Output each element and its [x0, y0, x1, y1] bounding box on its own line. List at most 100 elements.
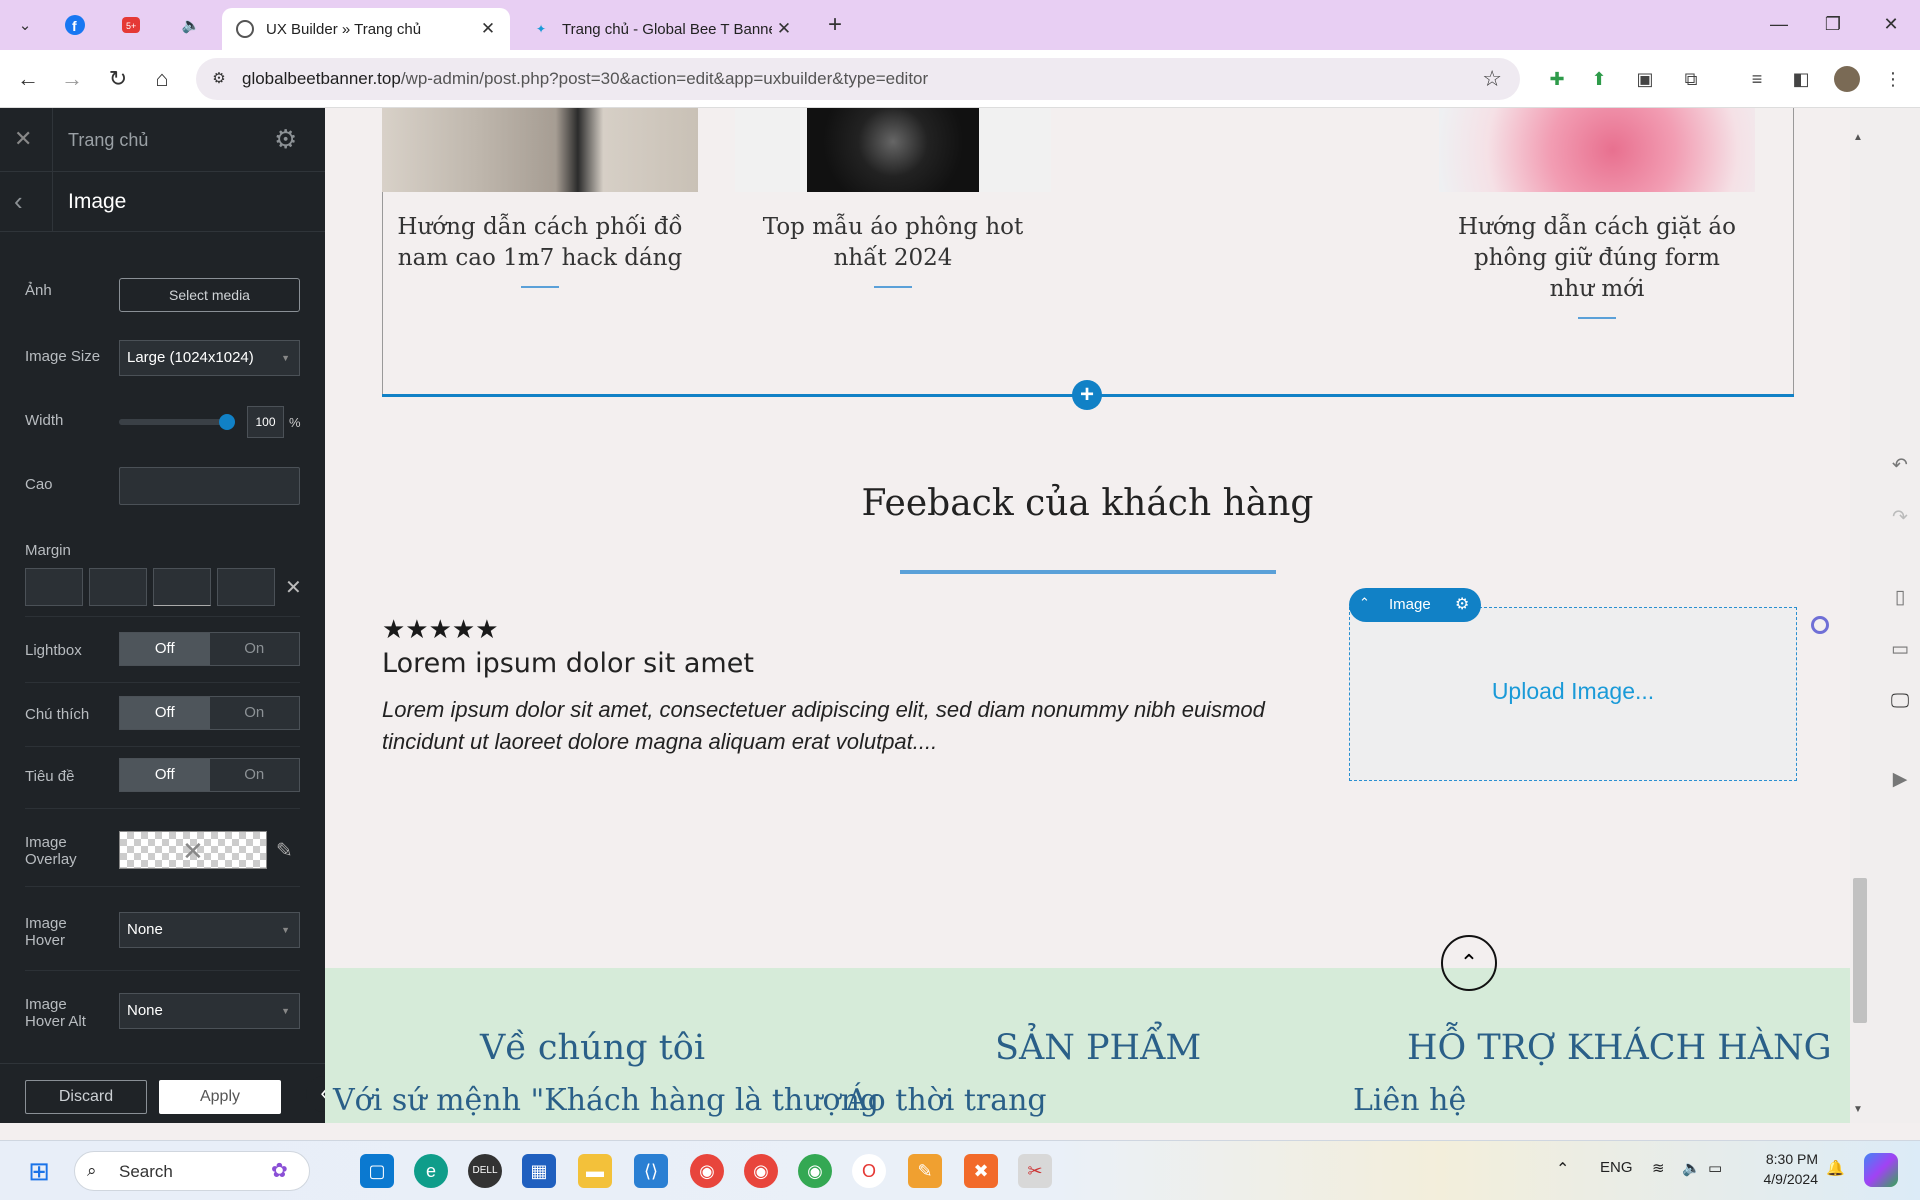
paint-icon[interactable]: ✎ [908, 1154, 942, 1188]
margin-bottom-input[interactable] [153, 568, 211, 606]
file-explorer-icon[interactable]: ▬ [578, 1154, 612, 1188]
chu-thich-toggle[interactable]: Off On [119, 696, 300, 730]
side-panel-icon[interactable]: ◧ [1788, 66, 1814, 92]
scrollbar-thumb[interactable] [1853, 878, 1867, 1023]
image-element-toolbar[interactable]: ⌃ Image ⚙ [1349, 588, 1481, 622]
tab-ux-builder[interactable]: UX Builder » Trang chủ ✕ [222, 8, 510, 50]
language-indicator[interactable]: ENG [1600, 1159, 1633, 1176]
media-control-icon[interactable]: ≡ [1744, 66, 1770, 92]
chu-thich-off[interactable]: Off [120, 697, 210, 729]
menu-kebab-icon[interactable]: ⋮ [1880, 66, 1906, 92]
margin-right-input[interactable] [89, 568, 147, 606]
tab-trang-chu[interactable]: ✦ Trang chủ - Global Bee T Banne ✕ [518, 8, 806, 50]
lightbox-on[interactable]: On [209, 633, 299, 665]
site-info-icon[interactable]: ⚙ [208, 68, 230, 90]
lightbox-off[interactable]: Off [120, 633, 210, 665]
show-hidden-icons-icon[interactable]: ⌃ [1556, 1159, 1569, 1179]
extension-plus-icon[interactable]: ✚ [1544, 66, 1570, 92]
width-input[interactable]: 100 [247, 406, 284, 438]
tieu-de-off[interactable]: Off [120, 759, 210, 791]
image-hover-select[interactable]: None ▼ [119, 912, 300, 948]
overlay-color-swatch[interactable]: ✕ [119, 831, 267, 869]
edge-icon[interactable]: e [414, 1154, 448, 1188]
discard-button[interactable]: Discard [25, 1080, 147, 1114]
image-placeholder[interactable]: Upload Image... [1349, 607, 1797, 781]
chevron-up-icon[interactable]: ⌃ [1359, 595, 1370, 611]
extension-image-icon[interactable]: ▣ [1632, 66, 1658, 92]
redo-icon[interactable]: ↷ [1888, 506, 1912, 530]
opera-icon[interactable]: O [852, 1154, 886, 1188]
footer-link[interactable]: Áo thời trang [846, 1083, 1047, 1118]
margin-left-input[interactable] [217, 568, 275, 606]
facebook-icon[interactable]: f [62, 12, 88, 38]
chrome-icon[interactable]: ◉ [690, 1154, 724, 1188]
close-tab-icon[interactable]: ✕ [772, 19, 796, 39]
clock-time[interactable]: 8:30 PM [1752, 1151, 1818, 1167]
restore-button[interactable]: ❐ [1810, 10, 1856, 38]
back-chevron-icon[interactable]: ‹ [14, 186, 23, 217]
back-icon[interactable]: ← [14, 65, 42, 93]
scroll-down-arrow-icon[interactable]: ▼ [1853, 1104, 1863, 1115]
width-slider-handle[interactable] [219, 414, 235, 430]
add-section-button[interactable]: + [1072, 380, 1102, 410]
post-card[interactable]: Top mẫu áo phông hot nhất 2024 [735, 108, 1051, 288]
tab-search-icon[interactable]: ⌄ [12, 12, 38, 38]
mobile-view-icon[interactable]: ▯ [1888, 586, 1912, 610]
chrome-profile2-icon[interactable]: ◉ [798, 1154, 832, 1188]
close-builder-icon[interactable]: ✕ [14, 126, 32, 152]
reload-icon[interactable]: ↻ [104, 65, 132, 93]
taskbar-search[interactable]: ⌕ Search ✿ [74, 1151, 310, 1191]
clock-date[interactable]: 4/9/2024 [1740, 1171, 1819, 1187]
extensions-puzzle-icon[interactable]: ⧉ [1678, 66, 1704, 92]
store-icon[interactable]: ▦ [522, 1154, 556, 1188]
cao-input[interactable] [119, 467, 300, 505]
back-to-top-button[interactable]: ⌃ [1441, 935, 1497, 991]
youtube-notify-icon[interactable]: 5+ [118, 12, 144, 38]
vscode-icon[interactable]: ⟨⟩ [634, 1154, 668, 1188]
notification-bell-icon[interactable]: 🔔 [1826, 1159, 1845, 1177]
upload-image-link[interactable]: Upload Image... [1350, 678, 1796, 705]
minimize-button[interactable]: — [1756, 10, 1802, 38]
post-card[interactable]: Hướng dẫn cách phối đồ nam cao 1m7 hack … [382, 108, 698, 288]
tieu-de-on[interactable]: On [209, 759, 299, 791]
settings-gear-icon[interactable]: ⚙ [274, 124, 297, 155]
chrome-profile-icon[interactable]: ◉ [744, 1154, 778, 1188]
eyedropper-icon[interactable]: ✎ [276, 838, 293, 863]
bookmark-star-icon[interactable]: ☆ [1482, 66, 1502, 92]
width-slider-track[interactable] [119, 419, 227, 425]
select-media-button[interactable]: Select media [119, 278, 300, 312]
clear-margin-icon[interactable]: ✕ [285, 575, 302, 600]
url-input[interactable]: ⚙ globalbeetbanner.top/wp-admin/post.php… [196, 58, 1520, 100]
apply-button[interactable]: Apply [159, 1080, 281, 1114]
image-hover-alt-select[interactable]: None ▼ [119, 993, 300, 1029]
chu-thich-on[interactable]: On [209, 697, 299, 729]
tieu-de-toggle[interactable]: Off On [119, 758, 300, 792]
snipping-icon[interactable]: ✂ [1018, 1154, 1052, 1188]
lightbox-toggle[interactable]: Off On [119, 632, 300, 666]
scroll-up-arrow-icon[interactable]: ▲ [1853, 132, 1863, 143]
gear-icon[interactable]: ⚙ [1455, 594, 1469, 614]
profile-avatar[interactable] [1834, 66, 1860, 92]
speaker-icon[interactable]: 🔈 [178, 12, 204, 38]
app-icon[interactable]: ▢ [360, 1154, 394, 1188]
volume-icon[interactable]: 🔈 [1682, 1159, 1701, 1177]
close-tab-icon[interactable]: ✕ [476, 19, 500, 39]
wifi-icon[interactable]: ≋ [1652, 1159, 1665, 1177]
new-tab-button[interactable]: + [822, 11, 848, 38]
undo-icon[interactable]: ↶ [1888, 454, 1912, 478]
dell-icon[interactable]: DELL [468, 1154, 502, 1188]
copilot-icon[interactable] [1864, 1153, 1898, 1187]
post-card[interactable]: Hướng dẫn cách giặt áo phông giữ đúng fo… [1439, 108, 1755, 319]
windows-start-icon[interactable]: ⊞ [22, 1154, 56, 1188]
tablet-view-icon[interactable]: ▭ [1888, 638, 1912, 662]
desktop-view-icon[interactable]: 🖵 [1888, 690, 1912, 714]
close-window-button[interactable]: ✕ [1868, 10, 1914, 38]
extension-download-icon[interactable]: ⬆ [1586, 66, 1612, 92]
play-preview-icon[interactable]: ▶ [1888, 768, 1912, 792]
battery-icon[interactable]: ▭ [1708, 1159, 1722, 1177]
image-size-select[interactable]: Large (1024x1024) ▼ [119, 340, 300, 376]
xampp-icon[interactable]: ✖ [964, 1154, 998, 1188]
footer-link[interactable]: Liên hệ [1353, 1083, 1466, 1118]
home-icon[interactable]: ⌂ [148, 65, 176, 93]
margin-top-input[interactable] [25, 568, 83, 606]
